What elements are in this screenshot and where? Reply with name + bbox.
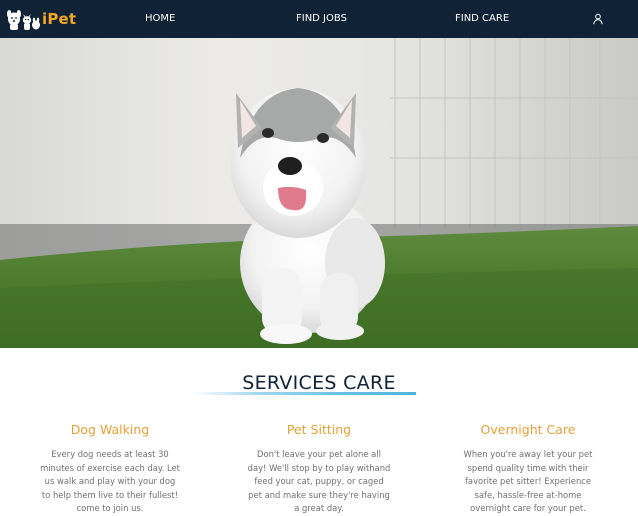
nav-find-care-link[interactable]: FIND CARE xyxy=(455,13,509,24)
service-card-dog-walking: Dog Walking Every dog needs at least 30 … xyxy=(15,422,205,516)
top-navbar: iPet HOME FIND JOBS FIND CARE xyxy=(0,0,638,38)
services-title: SERVICES CARE xyxy=(242,372,396,394)
services-title-underline xyxy=(192,392,416,395)
nav-home-link[interactable]: HOME xyxy=(145,13,175,24)
service-title: Dog Walking xyxy=(70,422,150,437)
service-card-overnight-care: Overnight Care When you're away let your… xyxy=(433,422,623,516)
service-description: When you're away let your pet spend qual… xyxy=(463,449,593,514)
service-description: Don't leave your pet alone all day! We'l… xyxy=(247,449,391,514)
hero-carousel[interactable] xyxy=(0,38,638,348)
husky-puppy-image xyxy=(0,38,638,348)
service-description: Every dog needs at least 30 minutes of e… xyxy=(40,449,180,514)
logo[interactable]: iPet xyxy=(7,6,76,32)
pet-logo-icon xyxy=(7,10,40,30)
nav-find-jobs-link[interactable]: FIND JOBS xyxy=(296,13,347,24)
user-icon[interactable] xyxy=(592,13,604,25)
service-title: Overnight Care xyxy=(480,422,576,437)
service-card-pet-sitting: Pet Sitting Don't leave your pet alone a… xyxy=(224,422,414,516)
service-title: Pet Sitting xyxy=(286,422,352,437)
logo-text: iPet xyxy=(42,10,77,28)
